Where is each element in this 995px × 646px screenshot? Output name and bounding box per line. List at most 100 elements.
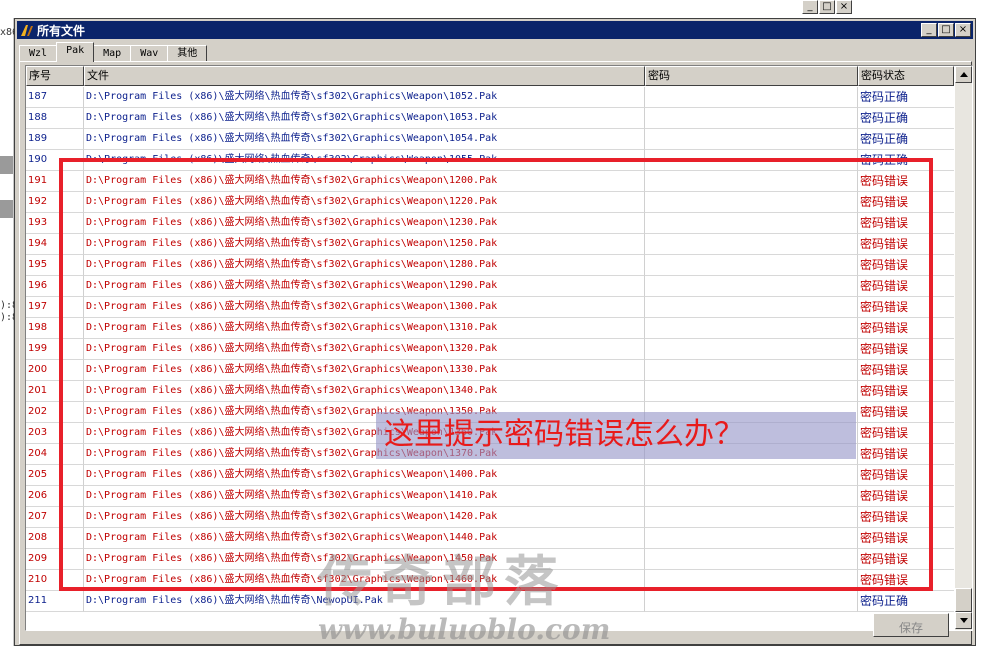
row-password: [645, 192, 858, 213]
row-password: [645, 150, 858, 171]
title-bar[interactable]: 所有文件 _ □ ×: [17, 21, 973, 39]
row-password: [645, 171, 858, 192]
row-index: 195: [26, 255, 84, 276]
table-row[interactable]: 194 D:\Program Files (x86)\盛大网络\热血传奇\sf30…: [26, 234, 954, 255]
table-row[interactable]: 189 D:\Program Files (x86)\盛大网络\热血传奇\sf30…: [26, 129, 954, 150]
table-row[interactable]: 195 D:\Program Files (x86)\盛大网络\热血传奇\sf30…: [26, 255, 954, 276]
table-row[interactable]: 209 D:\Program Files (x86)\盛大网络\热血传奇\sf30…: [26, 549, 954, 570]
table-row[interactable]: 197 D:\Program Files (x86)\盛大网络\热血传奇\sf30…: [26, 297, 954, 318]
file-type-tabs: Wzl Pak Map Wav 其他: [19, 42, 208, 62]
scroll-up-button[interactable]: [955, 66, 972, 83]
tab-other[interactable]: 其他: [167, 45, 208, 62]
table-row[interactable]: 191 D:\Program Files (x86)\盛大网络\热血传奇\sf30…: [26, 171, 954, 192]
row-file-path: D:\Program Files (x86)\盛大网络\热血传奇\sf302\G…: [84, 318, 645, 339]
row-file-path: D:\Program Files (x86)\盛大网络\热血传奇\sf302\G…: [84, 549, 645, 570]
row-password: [645, 297, 858, 318]
table-row[interactable]: 192 D:\Program Files (x86)\盛大网络\热血传奇\sf30…: [26, 192, 954, 213]
background-minimize-button[interactable]: _: [802, 0, 818, 14]
table-row[interactable]: 190 D:\Program Files (x86)\盛大网络\热血传奇\sf30…: [26, 150, 954, 171]
row-password: [645, 507, 858, 528]
column-header-index[interactable]: 序号: [26, 66, 84, 86]
scroll-down-button[interactable]: [955, 612, 972, 629]
row-file-path: D:\Program Files (x86)\盛大网络\热血传奇\sf302\G…: [84, 360, 645, 381]
table-row[interactable]: 198 D:\Program Files (x86)\盛大网络\热血传奇\sf30…: [26, 318, 954, 339]
table-row[interactable]: 211 D:\Program Files (x86)\盛大网络\热血传奇\Newo…: [26, 591, 954, 612]
minimize-button[interactable]: _: [921, 23, 937, 37]
row-password-status: 密码错误: [858, 570, 954, 591]
row-password-status: 密码错误: [858, 444, 954, 465]
row-file-path: D:\Program Files (x86)\盛大网络\热血传奇\sf302\G…: [84, 192, 645, 213]
row-password-status: 密码错误: [858, 276, 954, 297]
row-index: 188: [26, 108, 84, 129]
row-index: 203: [26, 423, 84, 444]
window-controls: _ □ ×: [921, 23, 971, 37]
app-icon: [19, 22, 35, 38]
column-header-file[interactable]: 文件: [84, 66, 645, 86]
row-file-path: D:\Program Files (x86)\盛大网络\热血传奇\sf302\G…: [84, 255, 645, 276]
row-password-status: 密码错误: [858, 486, 954, 507]
row-password: [645, 108, 858, 129]
table-row[interactable]: 205 D:\Program Files (x86)\盛大网络\热血传奇\sf30…: [26, 465, 954, 486]
table-row[interactable]: 188 D:\Program Files (x86)\盛大网络\热血传奇\sf30…: [26, 108, 954, 129]
row-password: [645, 465, 858, 486]
row-password-status: 密码正确: [858, 87, 954, 108]
table-row[interactable]: 187 D:\Program Files (x86)\盛大网络\热血传奇\sf30…: [26, 87, 954, 108]
row-index: 187: [26, 87, 84, 108]
row-index: 193: [26, 213, 84, 234]
arrow-down-icon: [960, 618, 968, 623]
row-index: 210: [26, 570, 84, 591]
background-gray-block: [0, 200, 13, 218]
annotation-callout: 这里提示密码错误怎么办？: [376, 412, 856, 459]
row-index: 208: [26, 528, 84, 549]
row-file-path: D:\Program Files (x86)\盛大网络\热血传奇\sf302\G…: [84, 507, 645, 528]
row-password-status: 密码错误: [858, 528, 954, 549]
table-row[interactable]: 208 D:\Program Files (x86)\盛大网络\热血传奇\sf30…: [26, 528, 954, 549]
tab-pak[interactable]: Pak: [56, 42, 95, 62]
row-password-status: 密码正确: [858, 150, 954, 171]
list-body: 187 D:\Program Files (x86)\盛大网络\热血传奇\sf30…: [26, 87, 954, 612]
row-file-path: D:\Program Files (x86)\盛大网络\热血传奇\sf302\G…: [84, 381, 645, 402]
tab-map[interactable]: Map: [93, 45, 132, 62]
row-password-status: 密码正确: [858, 129, 954, 150]
tab-wav[interactable]: Wav: [130, 45, 169, 62]
vertical-scrollbar[interactable]: [955, 66, 972, 630]
row-index: 202: [26, 402, 84, 423]
row-index: 191: [26, 171, 84, 192]
row-index: 209: [26, 549, 84, 570]
row-password-status: 密码错误: [858, 423, 954, 444]
column-header-password[interactable]: 密码: [645, 66, 858, 86]
row-password-status: 密码错误: [858, 171, 954, 192]
row-password-status: 密码错误: [858, 297, 954, 318]
column-header-status[interactable]: 密码状态: [858, 66, 954, 86]
file-list[interactable]: 序号 文件 密码 密码状态 187 D:\Program Files (x86)\…: [25, 65, 973, 631]
background-close-button[interactable]: ×: [836, 0, 852, 14]
table-row[interactable]: 199 D:\Program Files (x86)\盛大网络\热血传奇\sf30…: [26, 339, 954, 360]
row-password-status: 密码错误: [858, 213, 954, 234]
row-password-status: 密码错误: [858, 234, 954, 255]
row-password-status: 密码正确: [858, 108, 954, 129]
row-index: 206: [26, 486, 84, 507]
row-index: 198: [26, 318, 84, 339]
save-button[interactable]: 保存: [873, 613, 949, 637]
table-row[interactable]: 200 D:\Program Files (x86)\盛大网络\热血传奇\sf30…: [26, 360, 954, 381]
row-password-status: 密码正确: [858, 591, 954, 612]
close-button[interactable]: ×: [955, 23, 971, 37]
row-password-status: 密码错误: [858, 507, 954, 528]
row-password: [645, 213, 858, 234]
background-maximize-button[interactable]: □: [819, 0, 835, 14]
table-row[interactable]: 206 D:\Program Files (x86)\盛大网络\热血传奇\sf30…: [26, 486, 954, 507]
tab-panel: 序号 文件 密码 密码状态 187 D:\Program Files (x86)\…: [19, 61, 973, 645]
table-row[interactable]: 196 D:\Program Files (x86)\盛大网络\热血传奇\sf30…: [26, 276, 954, 297]
table-row[interactable]: 207 D:\Program Files (x86)\盛大网络\热血传奇\sf30…: [26, 507, 954, 528]
scroll-thumb[interactable]: [955, 588, 972, 612]
maximize-button[interactable]: □: [938, 23, 954, 37]
row-file-path: D:\Program Files (x86)\盛大网络\热血传奇\sf302\G…: [84, 528, 645, 549]
row-password: [645, 87, 858, 108]
tab-wzl[interactable]: Wzl: [19, 45, 58, 62]
table-row[interactable]: 201 D:\Program Files (x86)\盛大网络\热血传奇\sf30…: [26, 381, 954, 402]
row-password: [645, 486, 858, 507]
table-row[interactable]: 193 D:\Program Files (x86)\盛大网络\热血传奇\sf30…: [26, 213, 954, 234]
table-row[interactable]: 210 D:\Program Files (x86)\盛大网络\热血传奇\sf30…: [26, 570, 954, 591]
all-files-window: 所有文件 _ □ × Wzl Pak Map Wav 其他 序号 文件 密码 密…: [14, 18, 976, 646]
row-password: [645, 528, 858, 549]
